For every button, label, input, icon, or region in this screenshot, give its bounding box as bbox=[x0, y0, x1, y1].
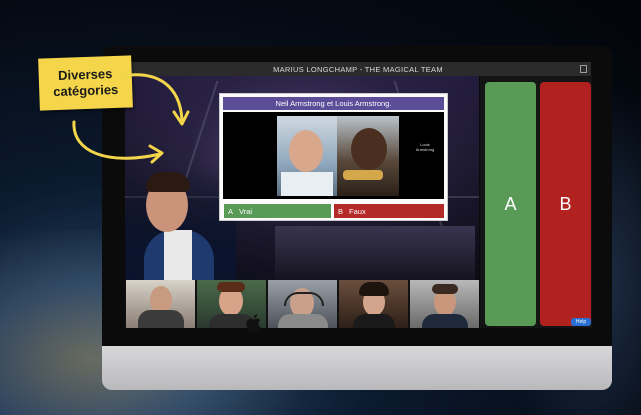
help-button[interactable]: Help bbox=[571, 318, 591, 326]
trumpet-shape bbox=[343, 170, 383, 180]
presenter-shirt bbox=[164, 230, 192, 280]
sticker-line-2: catégories bbox=[52, 81, 119, 100]
neil-armstrong-photo bbox=[277, 116, 337, 196]
cockpit-console bbox=[275, 226, 475, 280]
participant-tile-3[interactable] bbox=[268, 280, 337, 328]
vote-a-button[interactable]: A bbox=[485, 82, 536, 326]
answer-b-label: Faux bbox=[349, 206, 366, 216]
question-card: Neil Armstrong et Louis Armstrong. Louis… bbox=[219, 93, 448, 221]
window-title: MARIUS LONGCHAMP - THE MAGICAL TEAM bbox=[273, 64, 443, 74]
headphones-shape bbox=[284, 292, 324, 306]
answer-b-option[interactable]: B Faux bbox=[334, 204, 444, 218]
image-caption-tag: Louis Armstrong bbox=[415, 142, 435, 152]
vote-b-button[interactable]: B bbox=[540, 82, 591, 326]
answer-b-letter: B bbox=[338, 206, 344, 216]
participant-tile-4[interactable] bbox=[339, 280, 408, 328]
answer-a-label: Vrai bbox=[239, 206, 253, 216]
louis-armstrong-photo bbox=[337, 116, 399, 196]
curved-arrow-bottom-icon bbox=[72, 120, 164, 164]
answer-a-letter: A bbox=[228, 206, 234, 216]
participant-tile-5[interactable] bbox=[410, 280, 479, 328]
presenter-hair bbox=[146, 172, 190, 192]
sticker-line-1: Diverses bbox=[57, 66, 113, 83]
participant-tile-1[interactable] bbox=[126, 280, 195, 328]
window-maximize-button[interactable] bbox=[580, 65, 587, 73]
help-label: Help bbox=[575, 319, 587, 325]
question-image: Louis Armstrong bbox=[223, 112, 444, 199]
answer-a-option[interactable]: A Vrai bbox=[224, 204, 331, 218]
question-title: Neil Armstrong et Louis Armstrong. bbox=[223, 97, 444, 110]
apple-logo-icon bbox=[246, 314, 261, 333]
imac-chin bbox=[102, 346, 612, 390]
